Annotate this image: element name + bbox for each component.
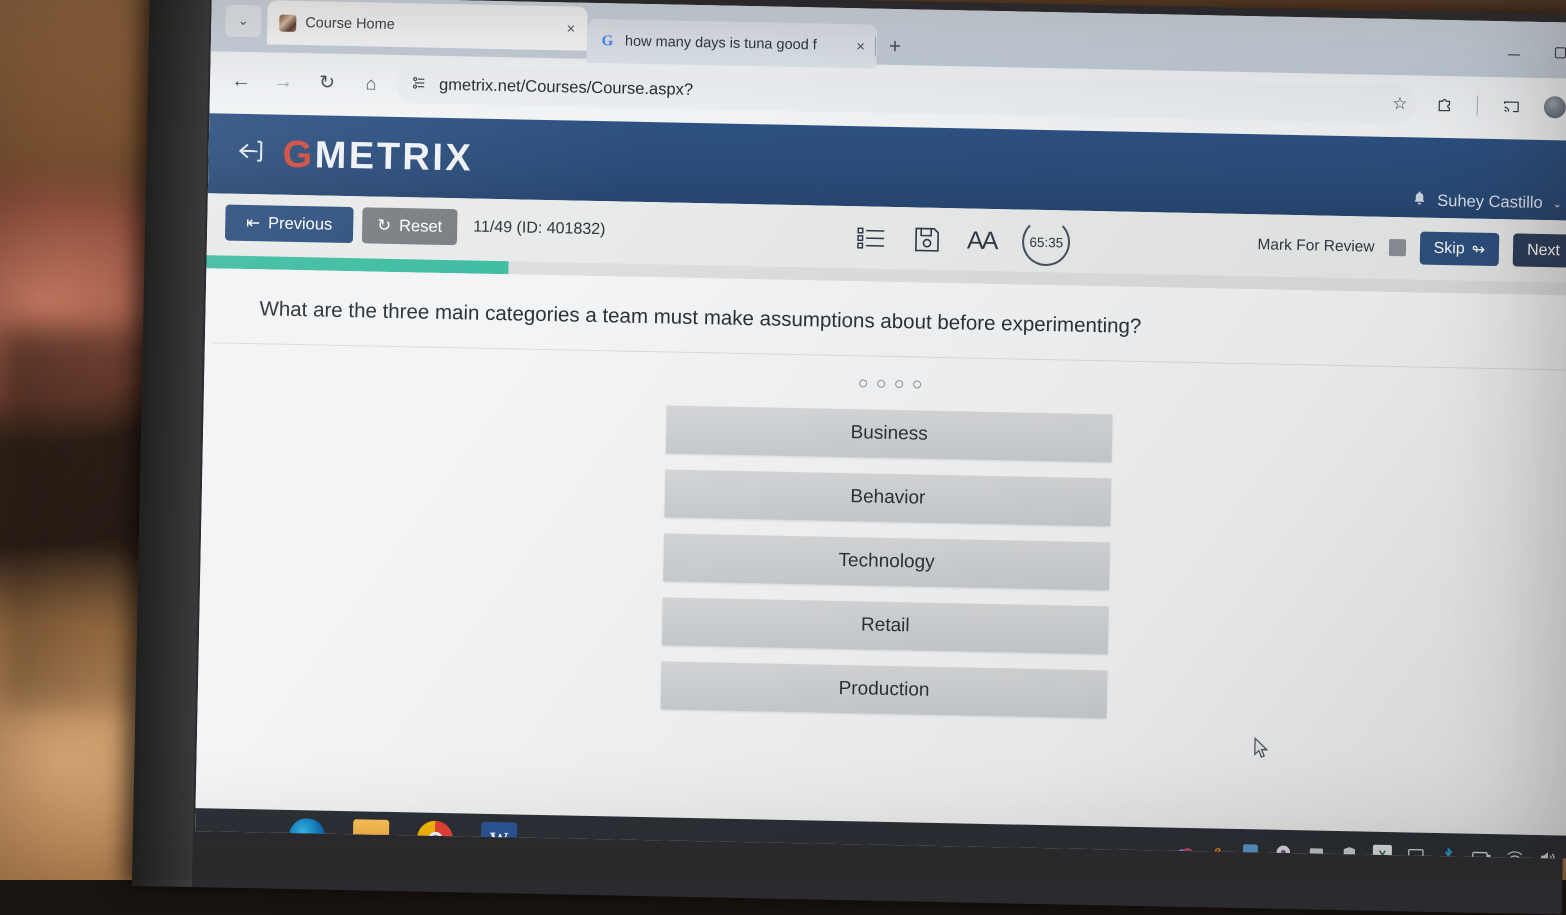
site-permissions-icon[interactable] xyxy=(412,75,427,93)
reset-label: Reset xyxy=(399,217,442,237)
url-text: gmetrix.net/Courses/Course.aspx? xyxy=(439,75,693,99)
cast-icon[interactable] xyxy=(1500,95,1522,117)
skip-label: Skip xyxy=(1433,239,1464,258)
close-icon[interactable]: × xyxy=(564,20,577,37)
notification-bell-icon[interactable] xyxy=(1412,190,1427,211)
question-text: What are the three main categories a tea… xyxy=(259,297,1537,347)
question-body: What are the three main categories a tea… xyxy=(196,268,1566,835)
wifi-icon[interactable] xyxy=(1505,847,1524,858)
battery-icon[interactable] xyxy=(1472,847,1491,859)
previous-label: Previous xyxy=(268,214,333,234)
security-shield-icon[interactable] xyxy=(1340,844,1359,859)
maximize-button[interactable] xyxy=(1551,44,1566,60)
answer-option[interactable]: Behavior xyxy=(664,469,1111,526)
bluetooth-icon[interactable] xyxy=(1439,846,1458,859)
skip-icon: ↬ xyxy=(1471,239,1485,259)
onedrive-icon[interactable] xyxy=(1175,841,1194,859)
tab-title: Course Home xyxy=(305,15,556,36)
answer-option[interactable]: Business xyxy=(666,405,1113,462)
app-blue-icon[interactable] xyxy=(1241,842,1260,859)
question-divider xyxy=(213,342,1566,370)
home-icon[interactable]: ⌂ xyxy=(356,68,387,99)
bookmark-star-icon[interactable]: ☆ xyxy=(1389,93,1411,115)
tab-title: how many days is tuna good f xyxy=(625,34,846,54)
answer-options-list: Business Behavior Technology Retail Prod… xyxy=(198,396,1566,727)
address-bar[interactable]: gmetrix.net/Courses/Course.aspx? xyxy=(396,65,1417,123)
user-menu[interactable]: Suhey Castillo ⌄ xyxy=(1412,190,1562,214)
extensions-puzzle-icon[interactable] xyxy=(1433,94,1455,116)
toolbar-divider xyxy=(1477,96,1478,116)
chevron-down-icon[interactable]: ⌄ xyxy=(1553,197,1562,210)
system-tray: e X xyxy=(1175,841,1557,859)
tab-course-home[interactable]: Course Home × xyxy=(267,0,588,50)
edge-icon[interactable] xyxy=(289,818,326,855)
next-button[interactable]: Next → xyxy=(1513,233,1566,268)
laptop-body: ⌄ Course Home × G how many days is tuna … xyxy=(132,0,1566,915)
word-icon[interactable]: W xyxy=(481,822,518,859)
start-button[interactable] xyxy=(225,817,262,854)
back-icon[interactable]: ← xyxy=(226,66,257,97)
installer-icon[interactable] xyxy=(1307,843,1326,858)
answer-option[interactable]: Retail xyxy=(662,597,1109,654)
laptop-screen: ⌄ Course Home × G how many days is tuna … xyxy=(195,0,1566,859)
window-controls xyxy=(1505,43,1566,60)
answer-slot-dot[interactable] xyxy=(913,380,921,388)
reset-button[interactable]: ↻ Reset xyxy=(362,207,458,245)
question-counter: 11/49 (ID: 401832) xyxy=(473,219,606,240)
exam-timer: 65:35 xyxy=(1022,218,1071,267)
header-back-arrow-icon[interactable] xyxy=(234,138,269,171)
font-size-icon[interactable]: AA xyxy=(967,226,997,256)
previous-button[interactable]: ⇤ Previous xyxy=(225,205,354,244)
file-explorer-icon[interactable] xyxy=(353,819,390,856)
answer-option[interactable]: Production xyxy=(661,661,1108,718)
forward-icon[interactable]: → xyxy=(268,66,299,97)
exam-right-tools: Mark For Review Skip ↬ Next → xyxy=(1257,228,1566,267)
close-icon[interactable]: × xyxy=(854,38,867,55)
google-favicon-icon: G xyxy=(599,33,616,50)
reload-icon[interactable]: ↻ xyxy=(312,67,343,98)
media-icon[interactable] xyxy=(1274,843,1293,859)
answer-option[interactable]: Technology xyxy=(663,533,1110,590)
chrome-icon[interactable] xyxy=(417,821,454,858)
excel-icon[interactable]: X xyxy=(1373,845,1392,859)
course-favicon-icon xyxy=(279,14,296,31)
tab-list-chevron-icon[interactable]: ⌄ xyxy=(225,5,262,38)
new-tab-button[interactable]: + xyxy=(889,35,902,59)
browser-toolbar-right: ☆ xyxy=(1389,85,1566,127)
next-label: Next xyxy=(1527,241,1560,260)
previous-icon: ⇤ xyxy=(246,213,260,233)
question-list-icon[interactable] xyxy=(857,225,888,252)
mark-for-review-label: Mark For Review xyxy=(1257,236,1374,256)
mouse-cursor xyxy=(1253,737,1271,761)
save-floppy-icon[interactable] xyxy=(913,225,942,254)
internet-explorer-icon[interactable]: e xyxy=(1208,841,1227,858)
minimize-button[interactable] xyxy=(1505,43,1523,59)
logo-g: G xyxy=(282,133,315,176)
reset-icon: ↻ xyxy=(377,216,391,236)
answer-slot-dot[interactable] xyxy=(877,380,885,388)
answer-slot-dot[interactable] xyxy=(859,379,867,387)
logo-rest: METRIX xyxy=(314,134,473,179)
gmetrix-logo: GMETRIX xyxy=(282,133,473,180)
answer-slot-dots xyxy=(204,366,1566,402)
skip-button[interactable]: Skip ↬ xyxy=(1419,232,1499,267)
taskbar-apps: W xyxy=(225,817,518,859)
exam-center-tools: AA 65:35 xyxy=(857,214,1071,266)
mark-for-review-checkbox[interactable] xyxy=(1388,239,1405,256)
answer-slot-dot[interactable] xyxy=(895,380,903,388)
user-name: Suhey Castillo xyxy=(1437,192,1543,213)
volume-icon[interactable] xyxy=(1538,848,1557,859)
profile-avatar[interactable] xyxy=(1544,96,1566,118)
display-icon[interactable] xyxy=(1406,845,1425,858)
